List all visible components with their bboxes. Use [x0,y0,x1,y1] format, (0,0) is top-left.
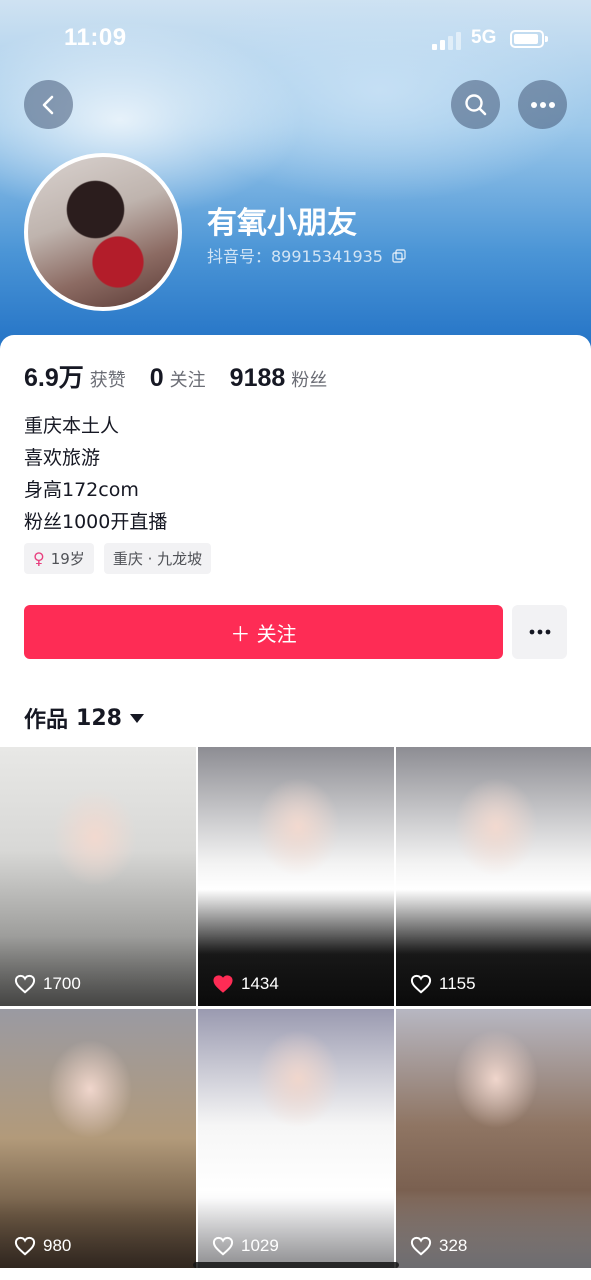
battery-icon [510,30,548,48]
copy-icon[interactable] [392,249,406,263]
following-count[interactable]: 0 [150,364,164,393]
works-count: 128 [76,705,122,731]
followers-label: 粉丝 [291,370,328,391]
status-bar: 11:09 5G [0,22,591,58]
location-tag: 重庆 · 九龙坡 [103,543,212,574]
heart-icon [410,1236,432,1256]
more-options-button[interactable] [518,80,567,129]
back-button[interactable] [24,80,73,129]
video-thumbnail[interactable]: 1029 [198,1009,394,1268]
likes-count[interactable]: 6.9万 [24,358,84,394]
followers-count[interactable]: 9188 [230,364,286,393]
likes-label: 获赞 [89,370,126,391]
likes-count-text: 980 [43,1236,72,1255]
video-thumbnail[interactable]: 328 [396,1009,591,1268]
following-label: 关注 [169,370,206,391]
bio-line: 身高172com [24,479,139,501]
video-likes: 1155 [410,974,476,994]
female-icon: ♀ [33,549,45,568]
home-indicator[interactable] [193,1262,399,1268]
avatar[interactable] [24,153,182,311]
video-thumbnail[interactable]: 1155 [396,747,591,1006]
heart-icon [14,1236,36,1256]
username: 有氧小朋友 [207,206,357,241]
douyin-id-text: 抖音号：89915341935 [207,247,383,266]
video-grid: 1700 1434 1155 980 1029 328 [0,747,591,1268]
bio: 重庆本土人 喜欢旅游 身高172com 粉丝1000开直播 [24,410,167,538]
profile-card: 6.9万 获赞 0 关注 9188 粉丝 重庆本土人 喜欢旅游 身高172com… [0,335,591,1280]
likes-count-text: 1155 [439,974,476,993]
bio-line: 粉丝1000开直播 [24,511,168,533]
heart-icon [410,974,432,994]
stats-row: 6.9万 获赞 0 关注 9188 粉丝 [24,358,351,394]
bio-line: 重庆本土人 [24,415,120,437]
likes-count-text: 1434 [241,974,279,993]
profile-header-background: 11:09 5G 有氧小朋友 抖音号：89915341935 [0,0,591,360]
video-likes: 1700 [14,974,81,994]
video-likes: 328 [410,1236,467,1256]
video-thumbnail[interactable]: 1700 [0,747,196,1006]
signal-icon [432,30,462,50]
heart-icon [212,1236,234,1256]
age-text: 19岁 [50,550,85,568]
video-thumbnail[interactable]: 1434 [198,747,394,1006]
bio-line: 喜欢旅游 [24,447,101,469]
follow-button[interactable]: ＋ 关注 [24,605,503,659]
age-tag: ♀ 19岁 [24,543,94,574]
douyin-id[interactable]: 抖音号：89915341935 [207,243,406,267]
video-thumbnail[interactable]: 980 [0,1009,196,1268]
network-label: 5G [471,27,497,48]
follow-more-button[interactable] [512,605,567,659]
likes-count-text: 1029 [241,1236,279,1255]
heart-icon [213,975,233,993]
search-button[interactable] [451,80,500,129]
search-icon [464,93,486,115]
video-likes: 1434 [212,974,279,994]
video-likes: 1029 [212,1236,279,1256]
more-dots-icon [529,629,550,635]
works-tab[interactable]: 作品 128 [24,702,144,734]
heart-icon [14,974,36,994]
likes-count-text: 328 [439,1236,468,1255]
location-text: 重庆 · 九龙坡 [112,550,203,568]
chevron-left-icon [42,95,53,114]
likes-count-text: 1700 [43,974,81,993]
video-likes: 980 [14,1236,71,1256]
works-label: 作品 [24,708,69,733]
status-time: 11:09 [64,24,127,51]
caret-down-icon [129,713,144,723]
profile-tags: ♀ 19岁 重庆 · 九龙坡 [24,543,212,574]
more-dots-icon [530,101,555,108]
